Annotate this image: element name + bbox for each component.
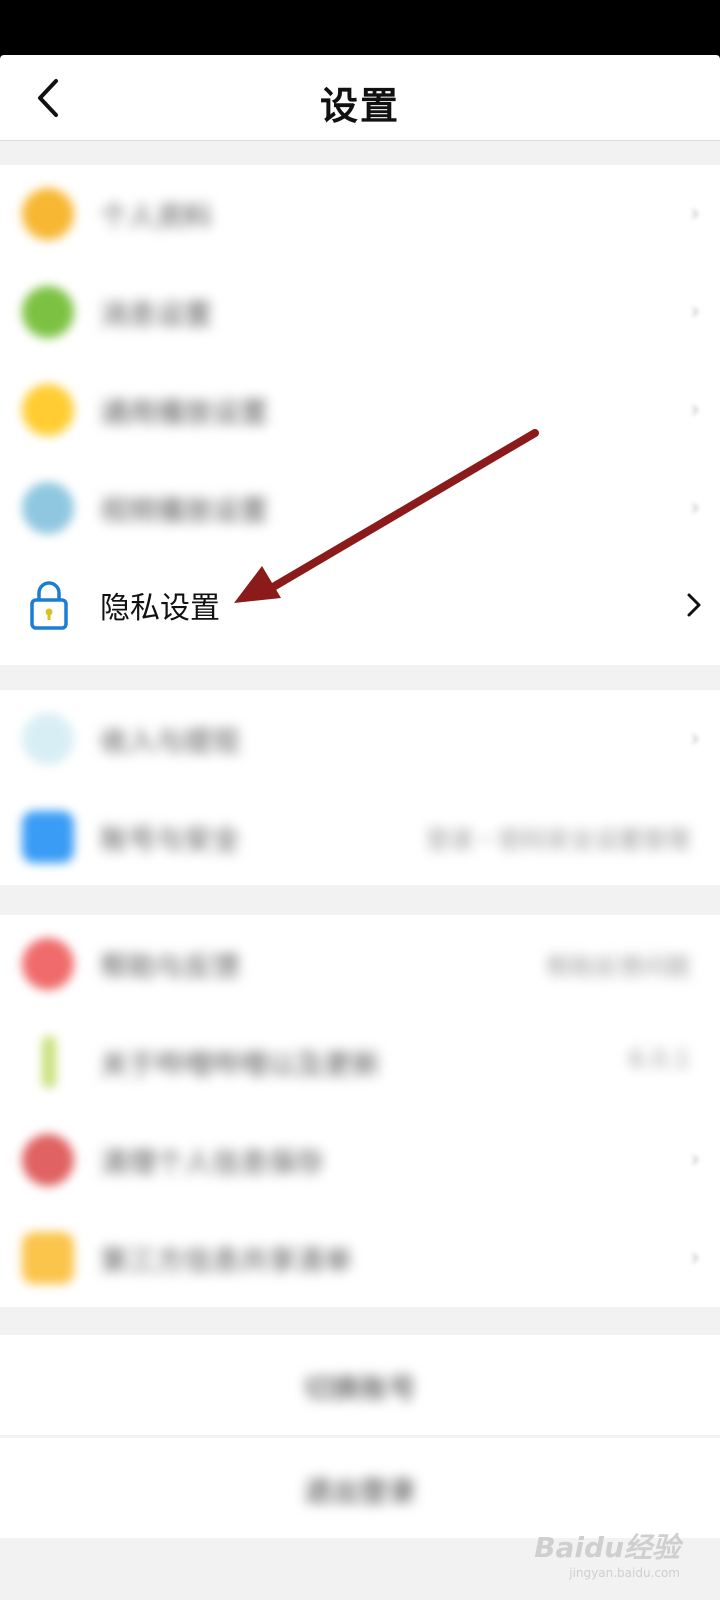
settings-item-label: 消息设置 (100, 298, 213, 331)
chevron-right-icon: › (690, 724, 700, 752)
settings-item-account[interactable]: 账号与安全 登录・密码安全设置管理 (0, 788, 720, 886)
settings-item-clear[interactable]: 清理个人信息保存 › (0, 1111, 720, 1209)
account-icon (22, 811, 74, 863)
settings-item-label: 通用播放设置 (100, 396, 269, 429)
clear-icon (22, 1134, 74, 1186)
settings-item-label: 帮助与反馈 (100, 950, 241, 983)
settings-group-2: 收入与提现 › 账号与安全 登录・密码安全设置管理 (0, 690, 720, 885)
chevron-right-icon: › (690, 1145, 700, 1173)
watermark-url: jingyan.baidu.com (569, 1566, 680, 1580)
settings-item-value: 登录・密码安全设置管理 (426, 826, 690, 854)
baidu-watermark: Baidu经验 jingyan.baidu.com (534, 1526, 680, 1580)
settings-item-profile[interactable]: 个人资料 › (0, 165, 720, 263)
switch-account-label: 切换账号 (303, 1372, 416, 1405)
settings-item-value: 帮助反馈问题 (546, 953, 690, 981)
chevron-right-icon: › (690, 199, 700, 227)
watermark-logo: Baidu经验 (534, 1531, 680, 1564)
message-icon (22, 286, 74, 338)
logout-button[interactable]: 退出登录 (0, 1438, 720, 1538)
settings-item-about[interactable]: 关于哔哩哔哩以及更新 6.0.1 (0, 1013, 720, 1111)
settings-item-label: 第三方信息共享清单 (100, 1244, 353, 1277)
settings-item-label: 视频播放设置 (100, 494, 269, 527)
settings-item-value: 6.0.1 (628, 1045, 690, 1073)
about-icon (42, 1036, 56, 1088)
avatar-icon (22, 188, 74, 240)
settings-item-label: 个人资料 (100, 200, 213, 233)
settings-group-3: 帮助与反馈 帮助反馈问题 关于哔哩哔哩以及更新 6.0.1 清理个人信息保存 ›… (0, 915, 720, 1307)
settings-item-label: 隐私设置 (100, 591, 220, 626)
settings-item-label: 账号与安全 (100, 823, 241, 856)
settings-item-income[interactable]: 收入与提现 › (0, 690, 720, 788)
settings-item-play[interactable]: 通用播放设置 › (0, 361, 720, 459)
settings-item-video[interactable]: 视频播放设置 › (0, 459, 720, 557)
settings-item-label: 收入与提现 (100, 725, 241, 758)
header: 设置 (0, 55, 720, 141)
settings-item-label: 清理个人信息保存 (100, 1146, 325, 1179)
page-title: 设置 (319, 84, 400, 128)
settings-item-share[interactable]: 第三方信息共享清单 › (0, 1209, 720, 1307)
video-icon (22, 482, 74, 534)
lock-icon (30, 581, 68, 630)
settings-item-help[interactable]: 帮助与反馈 帮助反馈问题 (0, 915, 720, 1013)
settings-item-privacy[interactable]: 隐私设置 (0, 557, 720, 655)
status-bar (0, 0, 720, 60)
settings-item-message[interactable]: 消息设置 › (0, 263, 720, 361)
play-icon (22, 384, 74, 436)
chevron-right-icon: › (690, 493, 700, 521)
income-icon (22, 713, 74, 765)
chevron-right-icon: › (690, 1243, 700, 1271)
switch-account-button[interactable]: 切换账号 (0, 1335, 720, 1435)
settings-group-1: 个人资料 › 消息设置 › 通用播放设置 › 视频播放设置 › 隐私设置 (0, 165, 720, 665)
chevron-right-icon: › (690, 297, 700, 325)
share-icon (22, 1232, 74, 1284)
help-icon (22, 938, 74, 990)
settings-item-label: 关于哔哩哔哩以及更新 (100, 1048, 381, 1081)
chevron-right-icon (687, 593, 701, 617)
chevron-right-icon: › (690, 395, 700, 423)
logout-label: 退出登录 (303, 1475, 416, 1508)
